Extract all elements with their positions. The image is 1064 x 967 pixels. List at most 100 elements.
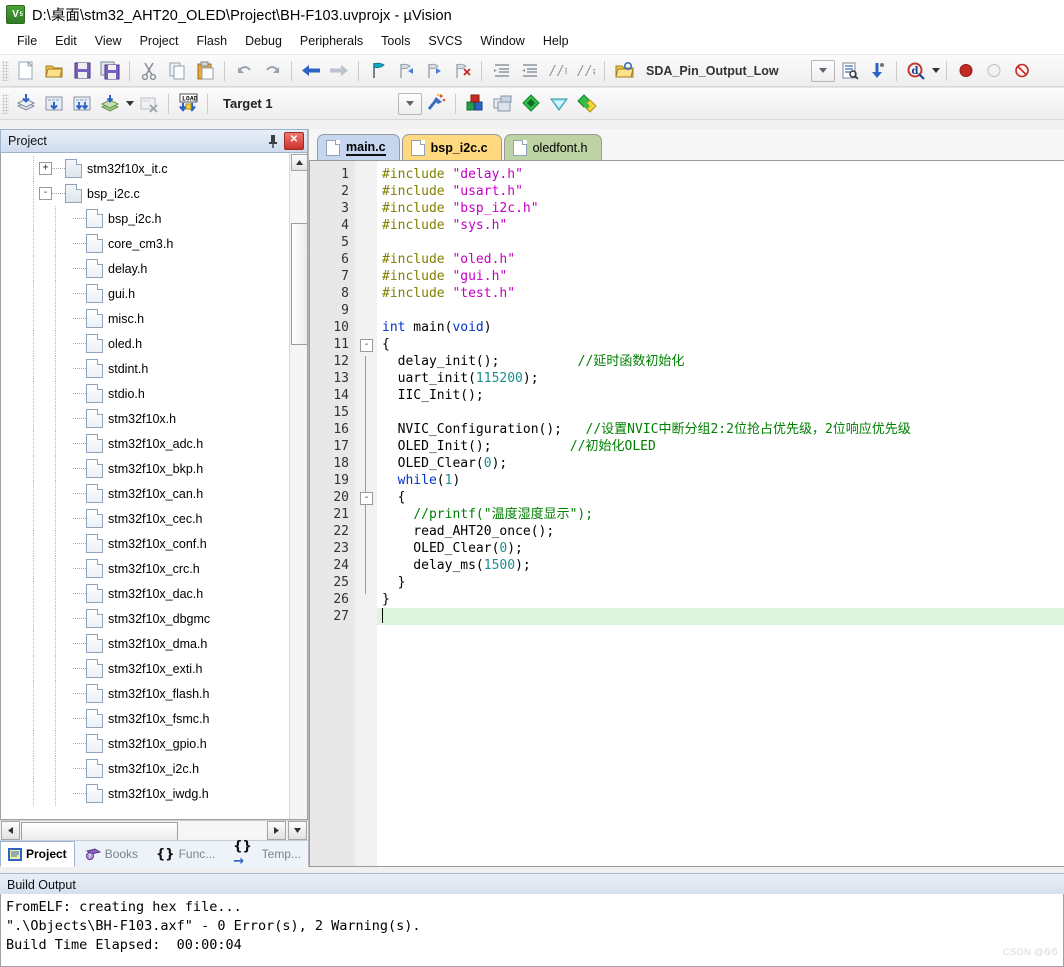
toolbar-grip[interactable] bbox=[2, 93, 9, 114]
outdent-icon[interactable] bbox=[515, 58, 543, 84]
save-all-icon[interactable] bbox=[96, 58, 124, 84]
breakpoint-insert-icon[interactable] bbox=[952, 58, 980, 84]
insert-bookmark-blue-icon[interactable] bbox=[863, 58, 891, 84]
tree-expander-icon[interactable]: + bbox=[39, 162, 52, 175]
code-line[interactable]: #include "test.h" bbox=[377, 285, 1064, 302]
fold-margin[interactable]: -- bbox=[355, 161, 377, 866]
menu-item-help[interactable]: Help bbox=[534, 31, 578, 51]
tree-item[interactable]: stm32f10x_gpio.h bbox=[1, 731, 290, 756]
build-icon[interactable] bbox=[40, 91, 68, 117]
multi-project-icon[interactable] bbox=[573, 91, 601, 117]
project-tree-vertical-scrollbar[interactable] bbox=[289, 153, 307, 819]
fold-toggle-icon[interactable]: - bbox=[360, 492, 373, 505]
tree-item[interactable]: stm32f10x_can.h bbox=[1, 481, 290, 506]
fold-toggle-icon[interactable]: - bbox=[360, 339, 373, 352]
code-line[interactable]: #include "usart.h" bbox=[377, 183, 1064, 200]
target-dropdown-chevron-icon[interactable] bbox=[398, 92, 422, 115]
tree-item[interactable]: stm32f10x_flash.h bbox=[1, 681, 290, 706]
tree-item[interactable]: bsp_i2c.h bbox=[1, 206, 290, 231]
tree-item[interactable]: oled.h bbox=[1, 331, 290, 356]
tree-item[interactable]: misc.h bbox=[1, 306, 290, 331]
tree-item[interactable]: stm32f10x_adc.h bbox=[1, 431, 290, 456]
code-line[interactable] bbox=[377, 234, 1064, 251]
code-line[interactable]: } bbox=[377, 574, 1064, 591]
menu-item-tools[interactable]: Tools bbox=[372, 31, 419, 51]
code-line[interactable]: #include "delay.h" bbox=[377, 166, 1064, 183]
menu-item-debug[interactable]: Debug bbox=[236, 31, 291, 51]
find-in-files-icon[interactable] bbox=[835, 58, 863, 84]
panel-tab-project[interactable]: Project bbox=[0, 841, 75, 867]
bookmark-clear-icon[interactable] bbox=[448, 58, 476, 84]
redo-icon[interactable] bbox=[258, 58, 286, 84]
code-line[interactable]: uart_init(115200); bbox=[377, 370, 1064, 387]
tree-item[interactable]: stm32f10x_iwdg.h bbox=[1, 781, 290, 806]
target-combo[interactable]: Target 1 bbox=[217, 92, 422, 115]
scroll-up-arrow-icon[interactable] bbox=[291, 154, 307, 171]
debug-search-icon[interactable]: d bbox=[902, 58, 930, 84]
comment-icon[interactable]: //≡ bbox=[543, 58, 571, 84]
debug-search-chevron-icon[interactable] bbox=[930, 60, 941, 82]
batch-build-icon[interactable] bbox=[96, 91, 124, 117]
code-line[interactable]: NVIC_Configuration(); //设置NVIC中断分组2:2位抢占… bbox=[377, 421, 1064, 438]
tree-item[interactable]: stdio.h bbox=[1, 381, 290, 406]
find-combo[interactable]: SDA_Pin_Output_Low bbox=[638, 59, 835, 82]
code-line[interactable]: #include "bsp_i2c.h" bbox=[377, 200, 1064, 217]
code-line[interactable] bbox=[377, 404, 1064, 421]
tree-item[interactable]: + stm32f10x_it.c bbox=[1, 156, 290, 181]
tree-item[interactable]: stm32f10x_i2c.h bbox=[1, 756, 290, 781]
menu-item-file[interactable]: File bbox=[8, 31, 46, 51]
code-line[interactable]: delay_ms(1500); bbox=[377, 557, 1064, 574]
menu-item-flash[interactable]: Flash bbox=[187, 31, 236, 51]
code-line[interactable]: IIC_Init(); bbox=[377, 387, 1064, 404]
code-line[interactable]: //printf("温度湿度显示"); bbox=[377, 506, 1064, 523]
target-options-icon[interactable] bbox=[422, 91, 450, 117]
tree-item[interactable]: stm32f10x_dac.h bbox=[1, 581, 290, 606]
configuration-wizard-icon[interactable] bbox=[545, 91, 573, 117]
code-line[interactable]: { bbox=[377, 336, 1064, 353]
editor-tab-bspi2cc[interactable]: bsp_i2c.c bbox=[401, 134, 502, 160]
bookmark-prev-icon[interactable] bbox=[392, 58, 420, 84]
manage-components-icon[interactable] bbox=[461, 91, 489, 117]
build-output-text[interactable]: FromELF: creating hex file... ".\Objects\… bbox=[0, 894, 1064, 967]
hscrollbar-thumb[interactable] bbox=[21, 822, 178, 841]
new-file-icon[interactable] bbox=[12, 58, 40, 84]
tree-item[interactable]: - bsp_i2c.c bbox=[1, 181, 290, 206]
code-line[interactable]: int main(void) bbox=[377, 319, 1064, 336]
tree-item[interactable]: stm32f10x_exti.h bbox=[1, 656, 290, 681]
tree-item[interactable]: core_cm3.h bbox=[1, 231, 290, 256]
open-find-target-icon[interactable] bbox=[610, 58, 638, 84]
menu-item-project[interactable]: Project bbox=[131, 31, 188, 51]
tree-item[interactable]: stm32f10x_dma.h bbox=[1, 631, 290, 656]
code-line[interactable]: #include "sys.h" bbox=[377, 217, 1064, 234]
code-line[interactable] bbox=[377, 302, 1064, 319]
menu-item-edit[interactable]: Edit bbox=[46, 31, 86, 51]
menu-item-svcs[interactable]: SVCS bbox=[419, 31, 471, 51]
paste-icon[interactable] bbox=[191, 58, 219, 84]
pin-icon[interactable] bbox=[265, 133, 281, 149]
menu-item-view[interactable]: View bbox=[86, 31, 131, 51]
save-icon[interactable] bbox=[68, 58, 96, 84]
find-input[interactable]: SDA_Pin_Output_Low bbox=[638, 64, 811, 78]
tree-item[interactable]: stm32f10x_cec.h bbox=[1, 506, 290, 531]
download-icon[interactable]: LOAD bbox=[174, 91, 202, 117]
tree-item[interactable]: stm32f10x_conf.h bbox=[1, 531, 290, 556]
bookmark-next-icon[interactable] bbox=[420, 58, 448, 84]
tree-item[interactable]: stm32f10x.h bbox=[1, 406, 290, 431]
scrollbar-thumb[interactable] bbox=[291, 223, 307, 345]
cut-icon[interactable] bbox=[135, 58, 163, 84]
scroll-left-arrow-icon[interactable] bbox=[1, 821, 20, 840]
scroll-right-arrow-icon[interactable] bbox=[267, 821, 286, 840]
tree-item[interactable]: delay.h bbox=[1, 256, 290, 281]
code-line[interactable]: OLED_Clear(0); bbox=[377, 455, 1064, 472]
hscroll-track[interactable] bbox=[21, 822, 266, 841]
close-icon[interactable]: ✕ bbox=[284, 132, 304, 150]
tree-item[interactable]: stdint.h bbox=[1, 356, 290, 381]
tree-item[interactable]: stm32f10x_fsmc.h bbox=[1, 706, 290, 731]
code-editor[interactable]: 1 2 3 4 5 6 7 8 9 10 11 12 13 14 15 16 17 18 19 20 21 22 23 24 2… bbox=[309, 160, 1064, 867]
tree-expander-icon[interactable]: - bbox=[39, 187, 52, 200]
bookmark-toggle-icon[interactable] bbox=[364, 58, 392, 84]
navigate-forward-icon[interactable] bbox=[325, 58, 353, 84]
code-line[interactable] bbox=[377, 608, 1064, 625]
scroll-down-arrow-icon[interactable] bbox=[288, 821, 307, 840]
tree-item[interactable]: stm32f10x_dbgmc bbox=[1, 606, 290, 631]
